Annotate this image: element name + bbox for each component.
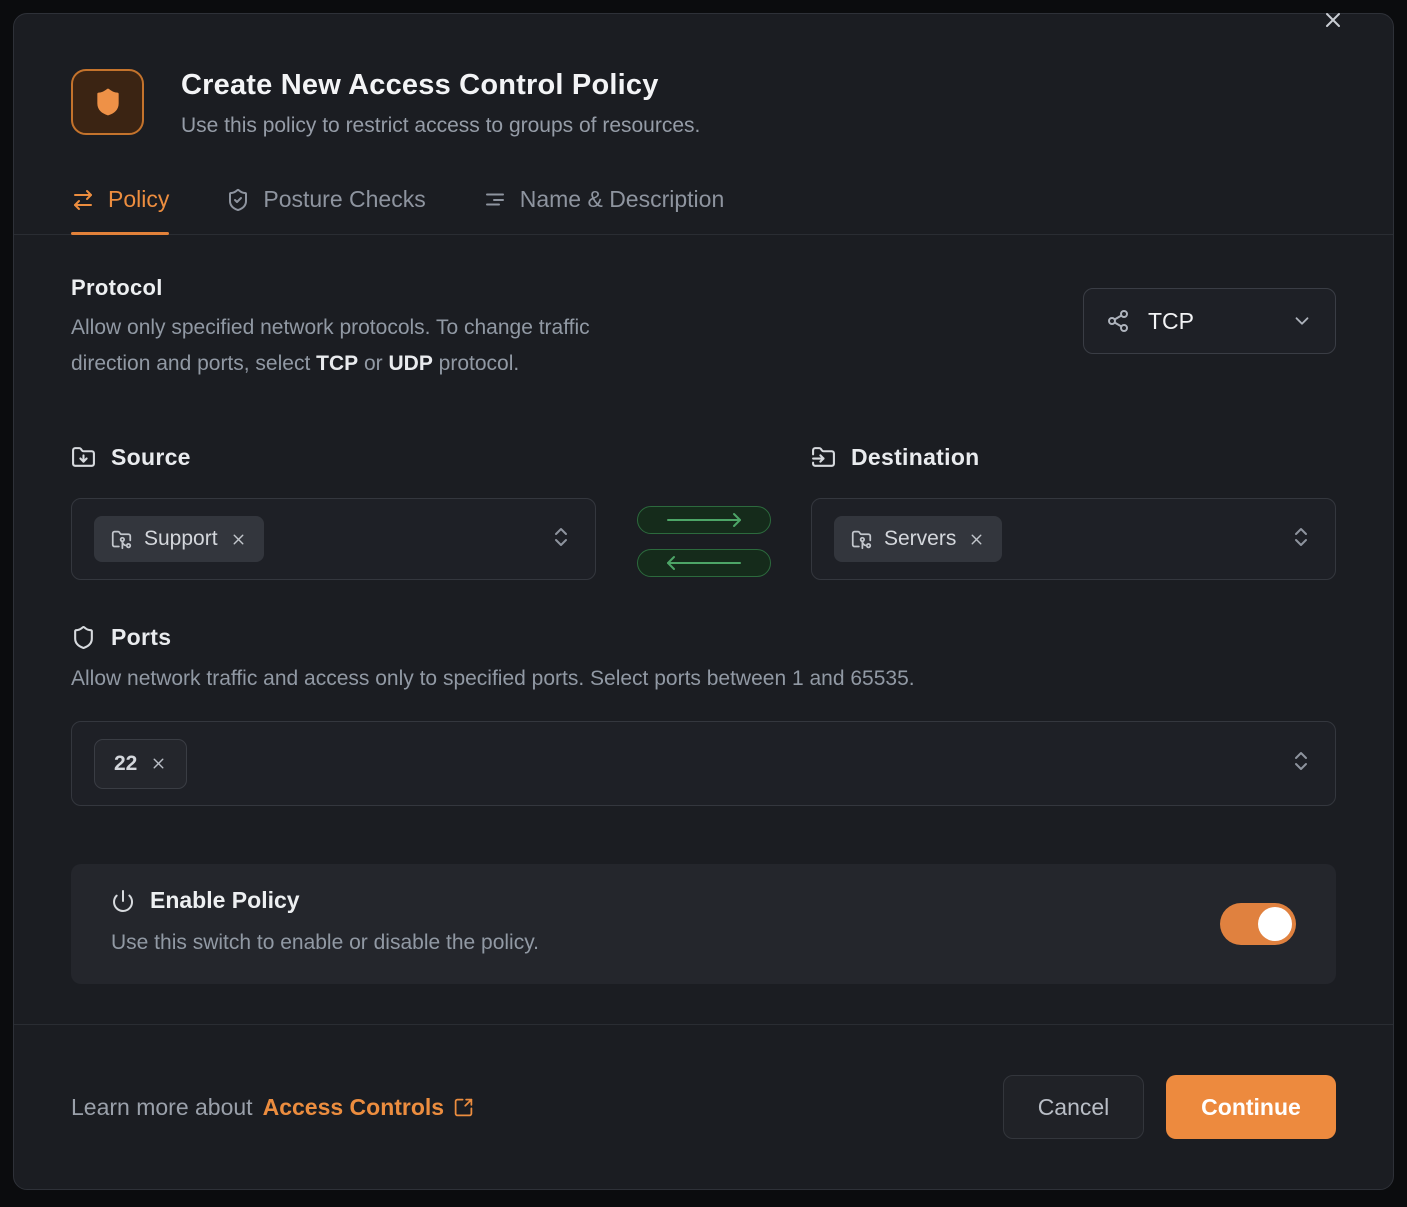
folder-input-icon [812,447,835,467]
protocol-tcp-keyword: TCP [316,352,359,375]
modal-title: Create New Access Control Policy [181,69,659,101]
x-icon [233,534,244,544]
protocol-select[interactable]: TCP [1083,288,1336,354]
continue-button[interactable]: Continue [1166,1075,1336,1139]
port-tag-remove-button[interactable] [150,755,167,772]
enable-policy-toggle[interactable] [1220,903,1296,945]
access-controls-link-label: Access Controls [262,1093,445,1120]
power-icon [113,889,134,912]
arrows-swap-icon [74,189,92,210]
folder-git-icon [111,530,132,549]
learn-more: Learn more about Access Controls [71,1094,474,1121]
modal-header: Create New Access Control Policy Use thi… [14,13,1393,138]
shield-outline-icon [74,626,93,649]
protocol-description: Allow only specified network protocols. … [71,310,590,382]
protocol-selected-value: TCP [1148,307,1194,334]
tab-posture-checks[interactable]: Posture Checks [226,186,426,234]
enable-policy-heading: Enable Policy [150,887,300,913]
source-heading: Source [111,444,191,470]
protocol-text: Protocol Allow only specified network pr… [71,275,590,382]
protocol-desc-post: protocol. [432,352,520,375]
destination-heading: Destination [851,444,980,470]
traffic-forward-button[interactable] [636,505,771,534]
ports-heading: Ports [111,624,172,650]
tab-policy-label: Policy [108,186,170,212]
source-label: Source [71,444,596,471]
destination-tag-label: Servers [884,527,957,550]
enable-policy-label: Enable Policy [111,887,539,914]
policy-shield-badge [71,69,144,135]
destination-tag-servers: Servers [834,516,1003,562]
destination-select[interactable]: Servers [811,498,1336,580]
destination-tag-remove-button[interactable] [968,531,985,548]
protocol-desc-pre: direction and ports, select [71,352,317,375]
chevron-down-icon [1295,317,1309,325]
folder-git-icon [851,530,872,549]
destination-column: Destination Servers [811,444,1336,580]
x-icon [971,534,982,544]
protocol-desc-mid: or [358,352,389,375]
chevrons-up-down-icon [1295,527,1307,546]
protocol-udp-keyword: UDP [388,352,433,375]
chevrons-up-down-icon [555,527,567,546]
modal-body: Protocol Allow only specified network pr… [14,275,1393,984]
chevrons-up-down-icon [1295,752,1307,770]
ports-select-chevrons[interactable] [1289,749,1313,778]
ports-description: Allow network traffic and access only to… [71,667,915,690]
external-link-icon [454,1098,473,1116]
arrow-left-icon [666,555,741,570]
folder-down-icon [72,447,95,467]
access-controls-link[interactable]: Access Controls [263,1094,475,1121]
text-lines-icon [485,193,504,205]
close-icon [1326,13,1340,27]
port-tag-label: 22 [114,751,138,775]
shield-check-icon [229,188,248,211]
protocol-heading: Protocol [71,275,163,300]
tab-name-description[interactable]: Name & Description [483,186,725,234]
modal-footer: Learn more about Access Controls Cancel … [14,1024,1393,1189]
learn-more-text: Learn more about [71,1093,253,1120]
port-tag-22: 22 [94,738,188,789]
arrow-right-icon [666,512,741,527]
ports-section: Ports Allow network traffic and access o… [71,624,1336,806]
source-tag-remove-button[interactable] [230,531,247,548]
modal-subtitle: Use this policy to restrict access to gr… [181,114,701,137]
tab-name-description-label: Name & Description [519,186,725,212]
protocol-desc-line1: Allow only specified network protocols. … [71,316,590,339]
tab-posture-checks-label: Posture Checks [263,186,426,212]
tab-policy[interactable]: Policy [71,186,170,235]
create-policy-modal: Create New Access Control Policy Use thi… [13,13,1394,1190]
source-destination-section: Source Support Destination Servers [71,444,1336,580]
cancel-button[interactable]: Cancel [1003,1075,1144,1139]
enable-policy-text: Enable Policy Use this switch to enable … [111,887,539,961]
source-tag-support: Support [94,516,264,562]
ports-select[interactable]: 22 [71,721,1336,806]
protocol-section: Protocol Allow only specified network pr… [71,275,1336,382]
traffic-return-button[interactable] [636,548,771,577]
x-icon [153,758,164,769]
footer-actions: Cancel Continue [1003,1075,1336,1139]
source-tag-label: Support [144,527,218,550]
shield-icon [96,88,119,116]
destination-select-chevrons[interactable] [1289,525,1313,554]
tab-bar: Policy Posture Checks Name & Description [14,186,1393,235]
share-network-icon [1108,310,1128,332]
traffic-direction-controls [596,444,811,580]
source-column: Source Support [71,444,596,580]
destination-label: Destination [811,444,1336,471]
toggle-knob [1258,907,1292,941]
source-select-chevrons[interactable] [549,525,573,554]
close-button[interactable] [1315,2,1351,38]
source-select[interactable]: Support [71,498,596,580]
header-text: Create New Access Control Policy Use thi… [181,69,700,138]
ports-label: Ports [71,624,1336,651]
enable-policy-description: Use this switch to enable or disable the… [111,931,539,954]
enable-policy-card: Enable Policy Use this switch to enable … [71,864,1336,984]
